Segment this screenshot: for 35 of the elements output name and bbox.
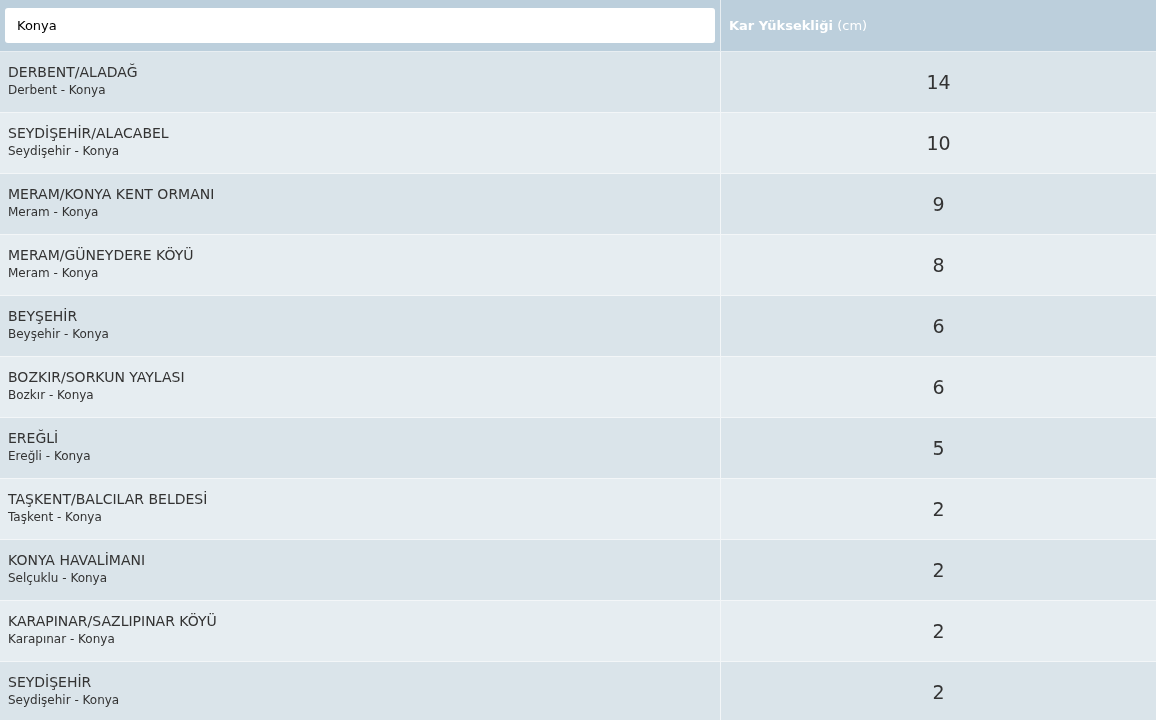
station-name: MERAM/GÜNEYDERE KÖYÜ <box>8 246 195 265</box>
station-location: Bozkır - Konya <box>8 387 95 403</box>
snow-depth-value: 14 <box>926 69 951 95</box>
column-header: Kar Yüksekliği (cm) <box>729 16 868 35</box>
station-name: DERBENT/ALADAĞ <box>8 62 139 82</box>
station-name: EREĞLİ <box>8 428 60 448</box>
snow-depth-value: 2 <box>932 557 945 583</box>
station-location: Selçuklu - Konya <box>8 570 109 586</box>
station-name: BOZKIR/SORKUN YAYLASI <box>8 368 186 387</box>
station-location: Ereğli - Konya <box>8 448 92 464</box>
snow-depth-value: 10 <box>926 130 951 156</box>
station-location: Seydişehir - Konya <box>8 692 121 708</box>
snow-depth-value: 2 <box>932 496 945 522</box>
snow-depth-value: 5 <box>932 435 945 461</box>
station-name: SEYDİŞEHİR/ALACABEL <box>8 124 170 143</box>
station-name: TAŞKENT/BALCILAR BELDESİ <box>8 490 209 509</box>
snow-depth-value: 2 <box>932 679 945 705</box>
station-location: Derbent - Konya <box>8 82 107 98</box>
station-location: Taşkent - Konya <box>8 509 103 525</box>
station-name: KONYA HAVALİMANI <box>8 551 147 570</box>
snow-depth-value: 6 <box>932 374 945 400</box>
station-location: Meram - Konya <box>8 204 100 220</box>
snow-depth-value: 6 <box>932 313 945 339</box>
station-name: KARAPINAR/SAZLIPINAR KÖYÜ <box>8 612 218 631</box>
station-location: Beyşehir - Konya <box>8 326 110 342</box>
station-name: SEYDİŞEHİR <box>8 673 93 692</box>
snow-depth-value: 9 <box>932 191 945 217</box>
station-location: Seydişehir - Konya <box>8 143 121 159</box>
station-name: MERAM/KONYA KENT ORMANI <box>8 185 216 204</box>
station-name: BEYŞEHİR <box>8 307 79 326</box>
search-field[interactable]: Konya <box>5 8 715 43</box>
station-location: Meram - Konya <box>8 265 100 281</box>
snow-depth-value: 2 <box>932 618 945 644</box>
station-location: Karapınar - Konya <box>8 631 116 647</box>
snow-depth-value: 8 <box>932 252 945 278</box>
